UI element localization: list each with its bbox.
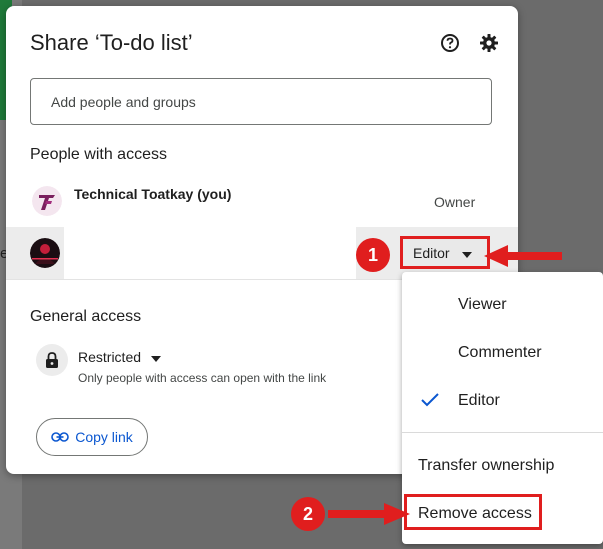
gear-icon[interactable] — [478, 32, 500, 54]
role-dropdown-label: Editor — [413, 244, 450, 261]
step-1-badge: 1 — [356, 238, 390, 272]
chevron-down-icon — [151, 349, 162, 365]
general-access-level: Restricted — [78, 349, 142, 365]
checkmark-icon — [420, 392, 440, 413]
remove-access-highlight — [404, 494, 542, 530]
menu-item-editor-label: Editor — [458, 392, 500, 409]
general-access-dropdown[interactable]: Restricted — [78, 349, 162, 365]
lock-icon — [36, 344, 68, 376]
step-2-badge: 2 — [291, 497, 325, 531]
owner-role: Owner — [434, 194, 476, 210]
general-access-description: Only people with access can open with th… — [78, 371, 327, 385]
add-people-input[interactable]: Add people and groups — [30, 78, 492, 125]
dialog-title: Share ‘To-do list’ — [30, 30, 193, 55]
copy-link-label: Copy link — [75, 429, 133, 445]
role-dropdown-button[interactable]: Editor — [400, 236, 490, 269]
help-icon[interactable] — [439, 32, 461, 54]
copy-link-button[interactable]: Copy link — [36, 418, 148, 456]
menu-item-transfer-label: Transfer ownership — [418, 457, 555, 474]
chevron-down-icon — [461, 245, 472, 261]
menu-divider — [402, 432, 603, 433]
arrow-left-icon — [484, 245, 562, 267]
collaborator-avatar — [30, 238, 60, 268]
add-people-placeholder: Add people and groups — [51, 93, 196, 110]
people-with-access-heading: People with access — [30, 146, 167, 163]
owner-name: Technical Toatkay (you) — [74, 186, 232, 202]
general-access-heading: General access — [30, 308, 142, 325]
menu-item-viewer-label: Viewer — [458, 296, 507, 313]
owner-avatar — [32, 186, 62, 216]
link-icon — [51, 429, 70, 445]
arrow-right-icon — [328, 503, 410, 525]
menu-item-commenter-label: Commenter — [458, 344, 542, 361]
